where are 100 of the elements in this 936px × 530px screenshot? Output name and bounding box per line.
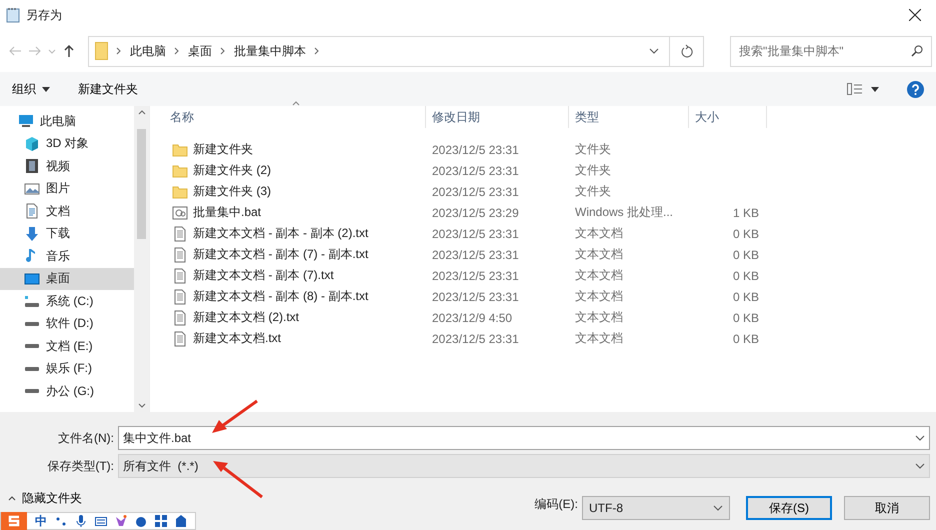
chevron-right-icon [116,47,122,55]
scroll-up-icon[interactable] [138,110,146,115]
help-icon[interactable] [907,80,924,98]
file-name[interactable]: 新建文本文档 - 副本 (8) - 副本.txt [193,288,368,305]
sidebar-label: 音乐 [46,248,70,265]
sidebar-item[interactable]: 桌面 [0,268,134,290]
file-type-value: 所有文件 (*.*) [123,458,200,474]
sidebar-item[interactable]: 3D 对象 [0,132,134,155]
gear-file-icon [172,204,188,220]
file-name[interactable]: 新建文件夹 (3) [193,183,271,200]
drive-icon [25,322,39,326]
drive-icon [25,344,39,348]
sidebar-item[interactable]: 娱乐 (F:) [0,358,134,380]
grid-icon[interactable] [155,515,167,527]
chevron-icon [713,505,723,511]
column-header[interactable]: 类型 [569,106,689,128]
organize-menu[interactable]: 组织 [12,80,50,98]
picture-icon [24,180,40,197]
encoding-dropdown[interactable]: UTF-8 [582,496,730,520]
sidebar-label: 下载 [46,225,70,242]
sidebar-item[interactable]: 系统 (C:) [0,290,134,312]
text-file-icon [172,310,188,326]
sidebar-item[interactable]: 文档 [0,200,134,222]
hide-folders-toggle[interactable]: 隐藏文件夹 [8,490,82,507]
column-header[interactable]: 修改日期 [426,106,569,128]
drive-icon [25,366,39,371]
encoding-label: 编码(E): [534,496,579,513]
file-name[interactable]: 新建文本文档 - 副本 - 副本 (2).txt [193,225,368,242]
sidebar-label: 系统 (C:) [46,292,94,310]
file-type: 文本文档 [574,288,624,305]
file-name[interactable]: 新建文本文档 (2).txt [193,309,300,326]
text-file-icon [172,226,188,242]
address-bar[interactable]: 此电脑 桌面 批量集中脚本 [88,36,704,66]
save-button[interactable]: 保存(S) [746,496,832,520]
modified-date: 2023/12/5 23:31 [431,290,520,304]
sidebar-item[interactable]: 软件 (D:) [0,312,134,335]
window-title: 另存为 [26,6,63,24]
file-type-dropdown[interactable]: 所有文件 (*.*) [118,454,930,478]
scroll-down-icon[interactable] [138,403,146,408]
file-size: 0 KB [732,310,760,324]
cancel-button[interactable]: 取消 [844,496,930,520]
file-name[interactable]: 批量集中.bat [193,204,262,221]
monitor-icon [18,113,34,130]
text-file-icon [172,246,188,262]
chevron-up-icon [8,496,16,501]
column-header[interactable]: 大小 [689,106,767,128]
file-name[interactable]: 新建文本文档 - 副本 (7).txt [193,267,334,284]
folder-icon [95,42,108,60]
file-type: 文件夹 [574,162,612,179]
microphone-icon[interactable] [75,515,87,527]
file-size: 0 KB [732,226,760,240]
sidebar-item[interactable]: 办公 (G:) [0,380,134,402]
punctuation-icon[interactable] [55,515,67,527]
file-type: 文本文档 [574,330,624,347]
file-type: 文件夹 [574,141,612,158]
scroll-thumb[interactable] [137,129,146,239]
sidebar-item[interactable]: 图片 [0,178,134,200]
file-size: 1 KB [732,206,760,220]
file-name[interactable]: 新建文件夹 [193,141,253,158]
sidebar-item[interactable]: 音乐 [0,245,134,268]
chevron-icon [915,435,925,441]
file-size: 0 KB [732,332,760,346]
sidebar-item[interactable]: 此电脑 [0,110,134,132]
filename-label: 文件名(N): [57,430,115,446]
ime-mode[interactable]: 中 [35,512,47,530]
sidebar-item[interactable]: 下载 [0,222,134,245]
sidebar-label: 办公 (G:) [46,382,94,400]
file-name[interactable]: 新建文本文档.txt [193,330,282,347]
text-file-icon [172,288,188,304]
modified-date: 2023/12/5 23:31 [431,226,520,240]
file-name[interactable]: 新建文件夹 (2) [193,162,271,179]
breadcrumb[interactable]: 桌面 [188,42,212,60]
column-header[interactable]: 名称 [164,106,426,128]
up-arrow-icon[interactable] [62,44,76,58]
sidebar-item[interactable]: 视频 [0,155,134,178]
modified-date: 2023/12/5 23:29 [431,206,520,220]
film-icon [24,158,40,174]
breadcrumb[interactable]: 批量集中脚本 [234,42,306,60]
modified-date: 2023/12/5 23:31 [431,268,520,282]
cube-icon [24,136,40,152]
breadcrumb[interactable]: 此电脑 [130,42,166,60]
sidebar-label: 视频 [46,158,70,175]
refresh-icon [680,44,692,58]
view-options-icon[interactable] [847,83,879,95]
sidebar-label: 文档 (E:) [46,338,93,355]
new-folder-button[interactable]: 新建文件夹 [78,80,138,98]
chevron-right-icon [220,47,226,55]
file-type: Windows 批处理... [574,204,674,221]
file-name[interactable]: 新建文本文档 - 副本 (7) - 副本.txt [193,246,368,263]
search-field[interactable]: 搜索"批量集中脚本" [730,36,932,66]
folder-icon [172,142,188,158]
folder-icon [172,184,188,200]
file-type-label: 保存类型(T): [46,458,115,474]
sidebar-item[interactable]: 文档 (E:) [0,335,134,358]
filename-field[interactable]: 集中文件.bat [118,426,930,450]
keyboard-icon[interactable] [95,515,107,527]
caret-icon [42,86,50,92]
search-placeholder: 搜索"批量集中脚本" [739,42,845,60]
scrollbar[interactable] [134,106,149,412]
text-file-icon [172,330,188,346]
